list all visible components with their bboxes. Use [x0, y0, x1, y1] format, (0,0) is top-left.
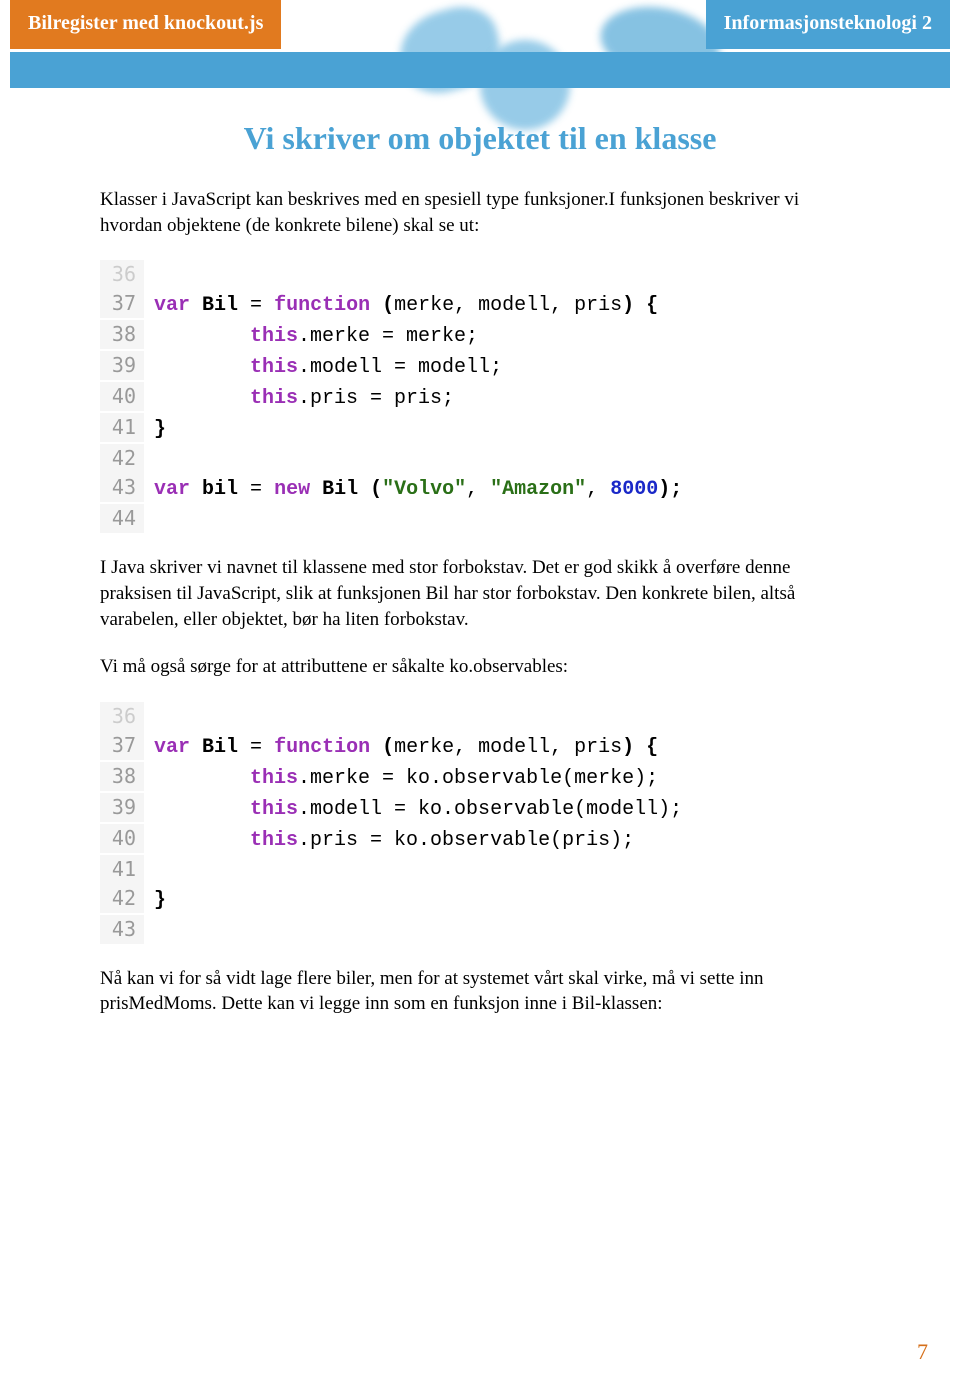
code-line-content: var bil = new Bil ("Volvo", "Amazon", 80…	[144, 475, 682, 504]
code-line: 38 this.merke = ko.observable(merke);	[100, 762, 860, 793]
header-left-tab: Bilregister med knockout.js	[10, 0, 281, 49]
code-line-number: 36	[100, 260, 144, 289]
header-bar: Bilregister med knockout.js Informasjons…	[0, 0, 960, 80]
code-line-number: 44	[100, 504, 144, 533]
code-line-number: 39	[100, 351, 144, 380]
code-listing-2: 3637var Bil = function (merke, modell, p…	[100, 702, 860, 944]
code-line: 43	[100, 915, 860, 944]
code-listing-1: 3637var Bil = function (merke, modell, p…	[100, 260, 860, 533]
paragraph-prismedmoms: Nå kan vi for så vidt lage flere biler, …	[100, 966, 860, 1017]
page-content: Vi skriver om objektet til en klasse Kla…	[0, 80, 960, 1017]
code-line-content: }	[144, 415, 166, 444]
code-line: 40 this.pris = pris;	[100, 382, 860, 413]
code-line: 37var Bil = function (merke, modell, pri…	[100, 731, 860, 762]
code-line: 39 this.modell = ko.observable(modell);	[100, 793, 860, 824]
code-line: 42	[100, 444, 860, 473]
code-line-content: this.modell = modell;	[144, 353, 502, 382]
code-line: 37var Bil = function (merke, modell, pri…	[100, 289, 860, 320]
code-line-content: var Bil = function (merke, modell, pris)…	[144, 291, 658, 320]
code-line: 36	[100, 702, 860, 731]
code-line-number: 40	[100, 824, 144, 853]
code-line-number: 43	[100, 473, 144, 502]
code-line-number: 37	[100, 289, 144, 318]
code-line: 41}	[100, 413, 860, 444]
code-line-number: 36	[100, 702, 144, 731]
code-line-content: this.merke = merke;	[144, 322, 478, 351]
code-line: 43var bil = new Bil ("Volvo", "Amazon", …	[100, 473, 860, 504]
code-line-content: this.pris = pris;	[144, 384, 454, 413]
code-line: 41	[100, 855, 860, 884]
code-line-number: 40	[100, 382, 144, 411]
page-title: Vi skriver om objektet til en klasse	[100, 120, 860, 157]
code-line-number: 42	[100, 884, 144, 913]
header-right-tab: Informasjonsteknologi 2	[706, 0, 950, 49]
code-line-number: 38	[100, 320, 144, 349]
page-number: 7	[917, 1339, 928, 1365]
code-line-number: 42	[100, 444, 144, 473]
code-line-number: 38	[100, 762, 144, 791]
paragraph-observables: Vi må også sørge for at attributtene er …	[100, 654, 860, 680]
code-line: 38 this.merke = merke;	[100, 320, 860, 351]
code-line: 44	[100, 504, 860, 533]
code-line-content: var Bil = function (merke, modell, pris)…	[144, 733, 658, 762]
code-line-content: }	[144, 886, 166, 915]
code-line-number: 41	[100, 413, 144, 442]
paragraph-intro: Klasser i JavaScript kan beskrives med e…	[100, 187, 860, 238]
code-line: 42}	[100, 884, 860, 915]
code-line: 39 this.modell = modell;	[100, 351, 860, 382]
code-line-content: this.modell = ko.observable(modell);	[144, 795, 682, 824]
code-line-content: this.merke = ko.observable(merke);	[144, 764, 658, 793]
code-line-number: 43	[100, 915, 144, 944]
code-line-content: this.pris = ko.observable(pris);	[144, 826, 634, 855]
code-line-number: 41	[100, 855, 144, 884]
code-line-number: 37	[100, 731, 144, 760]
code-line: 36	[100, 260, 860, 289]
paragraph-naming: I Java skriver vi navnet til klassene me…	[100, 555, 860, 632]
code-line-number: 39	[100, 793, 144, 822]
code-line: 40 this.pris = ko.observable(pris);	[100, 824, 860, 855]
